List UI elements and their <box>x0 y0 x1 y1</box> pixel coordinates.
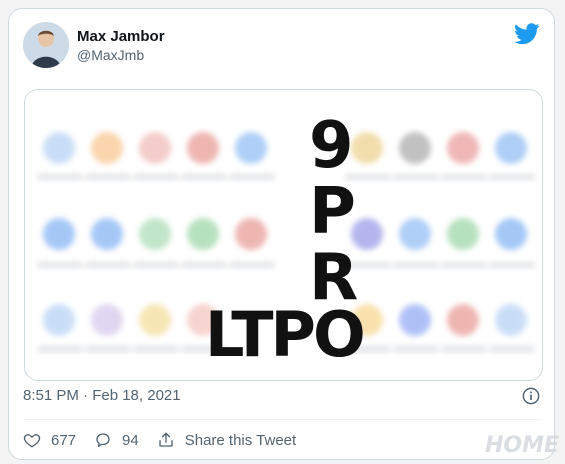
tweet-media[interactable]: 9 P R LTPO <box>24 89 543 381</box>
author-handle[interactable]: @MaxJmb <box>77 47 144 63</box>
reply-icon <box>96 433 110 448</box>
watermark-logo: HOME <box>484 433 559 458</box>
like-count: 677 <box>51 431 77 449</box>
reply-count: 94 <box>122 431 139 449</box>
tweet-timestamp[interactable]: 8:51 PM · Feb 18, 2021 <box>23 387 181 404</box>
heart-icon <box>23 434 41 448</box>
avatar-image <box>23 22 69 68</box>
share-label: Share this Tweet <box>184 431 297 449</box>
divider <box>23 419 540 420</box>
info-icon[interactable] <box>522 387 540 405</box>
avatar[interactable] <box>23 22 69 68</box>
media-text-ltpo: LTPO <box>205 298 366 371</box>
reply-button[interactable]: 94 <box>94 431 139 449</box>
author-name[interactable]: Max Jambor <box>77 28 165 45</box>
tweet-actions: 677 94 Share this Tweet <box>23 429 314 451</box>
media-text-p: P <box>309 175 356 249</box>
media-text-9: 9 <box>309 109 354 183</box>
share-button[interactable]: Share this Tweet <box>157 431 296 449</box>
share-icon <box>159 432 173 447</box>
twitter-bird-icon[interactable] <box>514 23 540 45</box>
tweet-card: Max Jambor @MaxJmb 9 P R LTPO 8:51 PM · … <box>8 8 555 460</box>
like-button[interactable]: 677 <box>23 431 76 449</box>
